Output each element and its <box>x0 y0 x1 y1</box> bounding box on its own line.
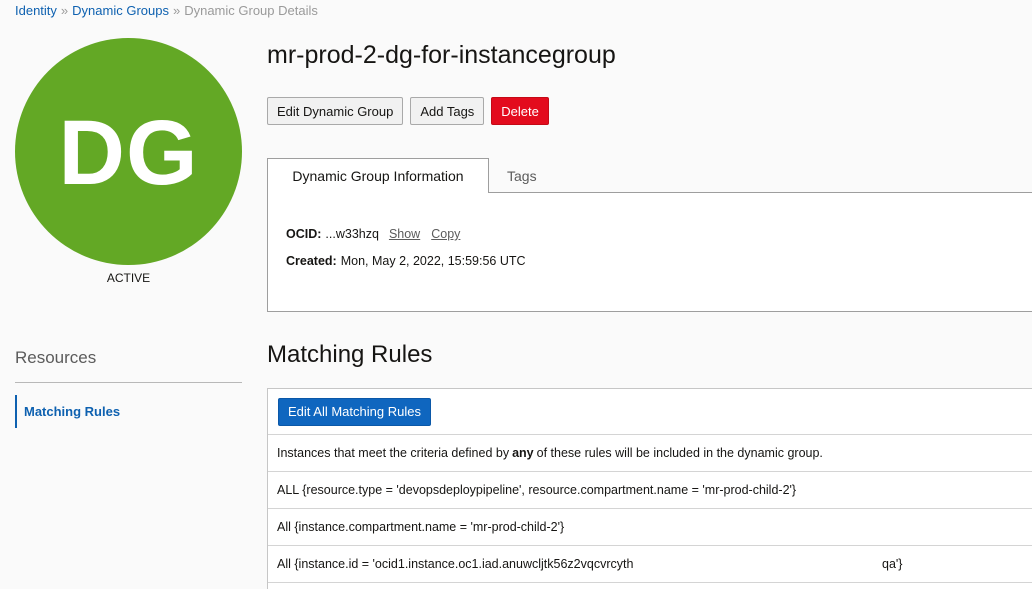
rule-row: All {instance.id = 'ocid1.instance.oc1.i… <box>268 546 1032 583</box>
information-panel: OCID: ...w33hzq Show Copy Created: Mon, … <box>267 193 1032 312</box>
ocid-label: OCID: <box>286 227 322 241</box>
delete-button[interactable]: Delete <box>491 97 549 125</box>
ocid-row: OCID: ...w33hzq Show Copy <box>286 227 460 241</box>
rule-text: All {instance.id = 'ocid1.instance.oc1.i… <box>277 557 634 571</box>
breadcrumb-separator: » <box>60 3 69 18</box>
breadcrumb-current: Dynamic Group Details <box>184 3 318 18</box>
action-button-row: Edit Dynamic Group Add Tags Delete <box>267 97 549 125</box>
matching-rules-heading: Matching Rules <box>267 341 433 368</box>
description-emphasis: any <box>512 446 534 460</box>
detail-tabs: Dynamic Group Information Tags <box>267 158 1032 194</box>
tab-tags[interactable]: Tags <box>507 158 537 194</box>
created-value: Mon, May 2, 2022, 15:59:56 UTC <box>340 254 526 268</box>
sidebar-item-matching-rules[interactable]: Matching Rules <box>15 395 242 428</box>
resources-divider <box>15 382 242 383</box>
avatar-initials: DG <box>58 102 199 204</box>
breadcrumb: Identity» Dynamic Groups» Dynamic Group De… <box>15 3 318 18</box>
rule-text-end: qa'} <box>882 557 903 571</box>
sidebar-item-label: Matching Rules <box>24 404 121 419</box>
rule-row: ALL {resource.type = 'devopsdeploypipeli… <box>268 472 1032 509</box>
status-label: ACTIVE <box>106 271 151 285</box>
description-text: Instances that meet the criteria defined… <box>277 446 510 460</box>
breadcrumb-identity[interactable]: Identity <box>15 3 57 18</box>
page-title: mr-prod-2-dg-for-instancegroup <box>267 41 616 69</box>
rule-text: All {instance.compartment.name = 'mr-pro… <box>277 520 565 534</box>
matching-rules-panel: Edit All Matching Rules Instances that m… <box>267 388 1032 589</box>
resources-heading: Resources <box>15 348 97 367</box>
ocid-copy-link[interactable]: Copy <box>431 227 460 241</box>
ocid-value: ...w33hzq <box>325 227 379 241</box>
ocid-show-link[interactable]: Show <box>389 227 420 241</box>
rule-text: ALL {resource.type = 'devopsdeploypipeli… <box>277 483 797 497</box>
dynamic-group-avatar: DG <box>15 38 242 265</box>
created-row: Created: Mon, May 2, 2022, 15:59:56 UTC <box>286 254 526 268</box>
rule-row: All {instance.compartment.name = 'mr-pro… <box>268 509 1032 546</box>
rules-toolbar: Edit All Matching Rules <box>268 389 1032 435</box>
tab-dynamic-group-information[interactable]: Dynamic Group Information <box>267 158 489 194</box>
breadcrumb-dynamic-groups[interactable]: Dynamic Groups <box>72 3 169 18</box>
edit-all-matching-rules-button[interactable]: Edit All Matching Rules <box>278 397 431 426</box>
breadcrumb-separator: » <box>172 3 181 18</box>
rules-description: Instances that meet the criteria defined… <box>268 435 1032 472</box>
add-tags-button[interactable]: Add Tags <box>410 97 485 125</box>
created-label: Created: <box>286 254 337 268</box>
edit-dynamic-group-button[interactable]: Edit Dynamic Group <box>267 97 404 125</box>
description-text: of these rules will be included in the d… <box>536 446 823 460</box>
